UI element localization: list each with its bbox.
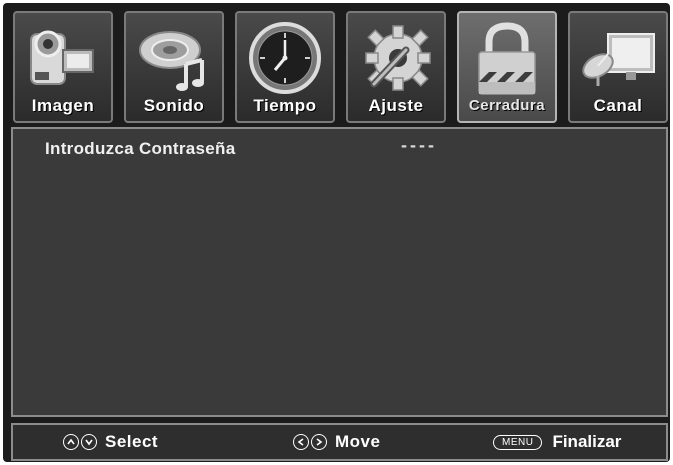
tab-sonido[interactable]: Sonido (124, 11, 224, 123)
menu-tab-bar: Imagen Sonido Tiempo Ajuste Cerradura Ca… (13, 11, 668, 123)
password-panel: Introduzca Contraseña ---- (11, 127, 668, 417)
satellite-tv-icon (570, 17, 666, 99)
arrow-left-icon (293, 434, 309, 450)
move-hint: Move (293, 432, 380, 452)
hint-bar: Select Move MENU Finalizar (11, 423, 668, 461)
tv-menu-screen: Imagen Sonido Tiempo Ajuste Cerradura Ca… (3, 3, 670, 462)
tab-label: Ajuste (368, 96, 424, 115)
password-input[interactable]: ---- (401, 135, 437, 156)
tab-label: Tiempo (253, 96, 317, 115)
exit-hint: MENU Finalizar (493, 432, 621, 452)
tab-label: Imagen (31, 96, 95, 115)
move-label: Move (335, 432, 381, 451)
arrow-up-icon (63, 434, 79, 450)
arrow-down-icon (81, 434, 97, 450)
tab-canal[interactable]: Canal (568, 11, 668, 123)
tab-label: Sonido (143, 96, 205, 115)
gear-wrench-icon (348, 17, 444, 99)
tab-label: Cerradura (468, 97, 546, 114)
padlock-icon (459, 17, 555, 99)
tab-label: Canal (593, 96, 643, 115)
camcorder-icon (15, 17, 111, 99)
select-hint: Select (63, 432, 158, 452)
password-prompt: Introduzca Contraseña (45, 139, 236, 158)
menu-key-icon: MENU (493, 434, 543, 450)
speaker-music-icon (126, 17, 222, 99)
tab-imagen[interactable]: Imagen (13, 11, 113, 123)
arrow-right-icon (311, 434, 327, 450)
exit-label: Finalizar (552, 432, 622, 451)
tab-ajuste[interactable]: Ajuste (346, 11, 446, 123)
clock-icon (237, 17, 333, 99)
tab-tiempo[interactable]: Tiempo (235, 11, 335, 123)
tab-cerradura[interactable]: Cerradura (457, 11, 557, 123)
select-label: Select (105, 432, 159, 451)
